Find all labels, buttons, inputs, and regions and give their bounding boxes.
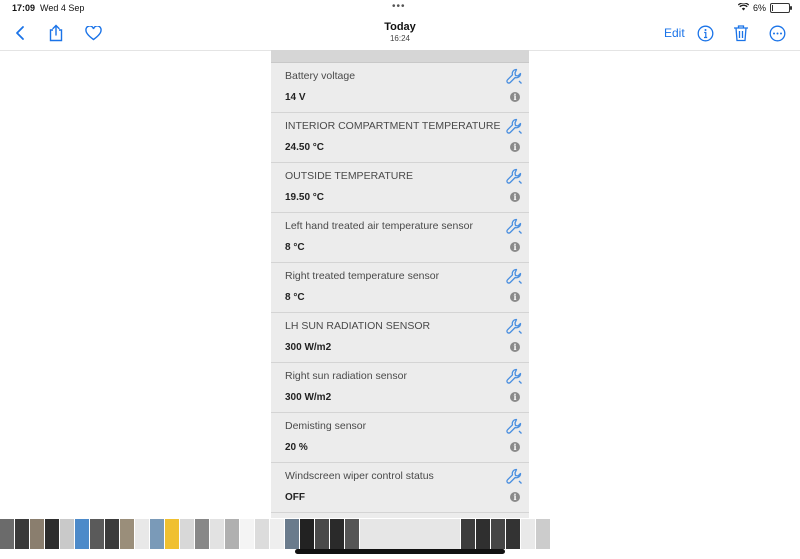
photo-thumbnail[interactable] [285, 519, 299, 549]
reading-label: LH SUN RADIATION SENSOR [285, 320, 431, 332]
reading-value: 20 % [285, 442, 308, 453]
photo-thumbnail[interactable] [30, 519, 44, 549]
info-icon[interactable]: i [510, 392, 520, 402]
reading-label: INTERIOR COMPARTMENT TEMPERATURE [285, 120, 501, 132]
wrench-icon[interactable] [506, 68, 523, 85]
wrench-icon[interactable] [506, 468, 523, 485]
photo-thumbnail[interactable] [300, 519, 314, 549]
photo-thumbnail[interactable] [360, 519, 460, 549]
photo-thumbnail[interactable] [330, 519, 344, 549]
thumbnail-strip[interactable] [0, 519, 800, 549]
info-icon[interactable] [694, 22, 716, 44]
photo-thumbnail[interactable] [506, 519, 520, 549]
battery-icon [770, 3, 792, 13]
wrench-icon[interactable] [506, 218, 523, 235]
info-icon[interactable]: i [510, 442, 520, 452]
info-icon[interactable]: i [510, 292, 520, 302]
readings-list: Battery voltage 14 Vi INTERIOR COMPARTMENT… [271, 63, 529, 513]
photo-thumbnail[interactable] [195, 519, 209, 549]
wrench-icon[interactable] [506, 168, 523, 185]
reading-value: 300 W/m2 [285, 392, 332, 403]
status-bar: 17:09 Wed 4 Sep ••• 6% [0, 0, 800, 16]
photo-viewer[interactable]: Battery voltage 14 Vi INTERIOR COMPARTMENT… [271, 50, 529, 518]
info-icon[interactable]: i [510, 92, 520, 102]
reading-row: OUTSIDE TEMPERATURE 19.50 °C i [271, 163, 529, 213]
photo-thumbnail[interactable] [270, 519, 284, 549]
photo-thumbnail[interactable] [135, 519, 149, 549]
photo-thumbnail[interactable] [15, 519, 29, 549]
photo-thumbnail[interactable] [345, 519, 359, 549]
photo-thumbnail[interactable] [210, 519, 224, 549]
reading-label: Battery voltage [285, 70, 356, 82]
wrench-icon[interactable] [506, 118, 523, 135]
photo-toolbar: Today 16:24 Edit [0, 16, 800, 51]
photo-thumbnail[interactable] [461, 519, 475, 549]
wrench-icon[interactable] [506, 418, 523, 435]
photo-thumbnail[interactable] [180, 519, 194, 549]
photo-thumbnail[interactable] [150, 519, 164, 549]
photo-thumbnail[interactable] [90, 519, 104, 549]
info-icon[interactable]: i [510, 192, 520, 202]
photo-thumbnail[interactable] [165, 519, 179, 549]
battery-percent: 6% [752, 3, 766, 13]
photo-thumbnail[interactable] [315, 519, 329, 549]
reading-row: Demisting sensor 20 % i [271, 413, 529, 463]
info-icon[interactable]: i [510, 492, 520, 502]
reading-label: OUTSIDE TEMPERATURE [285, 170, 413, 182]
info-icon[interactable]: i [510, 242, 520, 252]
reading-value: 8 °C [285, 242, 305, 253]
photo-thumbnail[interactable] [60, 519, 74, 549]
reading-row: Windscreen wiper control status OFF i [271, 463, 529, 513]
wrench-icon[interactable] [506, 318, 523, 335]
info-icon[interactable]: i [510, 342, 520, 352]
trash-icon[interactable] [730, 22, 752, 44]
info-icon[interactable]: i [510, 142, 520, 152]
status-time: 17:09 [12, 3, 36, 13]
reading-value: 300 W/m2 [285, 342, 332, 353]
reading-label: Right sun radiation sensor [285, 370, 407, 382]
photo-thumbnail[interactable] [225, 519, 239, 549]
wifi-icon [737, 2, 750, 13]
photo-thumbnail[interactable] [45, 519, 59, 549]
photo-thumbnail[interactable] [0, 519, 14, 549]
wrench-icon[interactable] [506, 368, 523, 385]
reading-row: LH SUN RADIATION SENSOR 300 W/m2 i [271, 313, 529, 363]
reading-value: 19.50 °C [285, 192, 325, 203]
photo-thumbnail[interactable] [536, 519, 550, 549]
cropped-header-strip [271, 50, 529, 63]
edit-button[interactable]: Edit [664, 26, 685, 40]
reading-row: Battery voltage 14 V i [271, 63, 529, 113]
reading-row: INTERIOR COMPARTMENT TEMPERATURE 24.50 °C… [271, 113, 529, 163]
photo-thumbnail[interactable] [491, 519, 505, 549]
reading-row: Left hand treated air temperature sensor… [271, 213, 529, 263]
reading-label: Windscreen wiper control status [285, 470, 434, 482]
reading-value: 8 °C [285, 292, 305, 303]
battery-fill [772, 5, 773, 11]
reading-value: 14 V [285, 92, 306, 103]
more-options-icon[interactable] [766, 22, 788, 44]
photo-thumbnail[interactable] [255, 519, 269, 549]
photo-thumbnail[interactable] [476, 519, 490, 549]
reading-label: Right treated temperature sensor [285, 270, 440, 282]
multitasking-dots-icon[interactable]: ••• [392, 1, 406, 12]
reading-label: Demisting sensor [285, 420, 367, 432]
home-indicator[interactable] [295, 549, 505, 554]
photo-thumbnail[interactable] [521, 519, 535, 549]
wrench-icon[interactable] [506, 268, 523, 285]
status-date: Wed 4 Sep [40, 3, 85, 13]
photo-thumbnail[interactable] [240, 519, 254, 549]
reading-value: 24.50 °C [285, 142, 325, 153]
reading-value: OFF [285, 492, 305, 503]
reading-label: Left hand treated air temperature sensor [285, 220, 473, 232]
photo-thumbnail[interactable] [105, 519, 119, 549]
reading-row: Right treated temperature sensor 8 °C i [271, 263, 529, 313]
photo-thumbnail[interactable] [75, 519, 89, 549]
reading-row: Right sun radiation sensor 300 W/m2 i [271, 363, 529, 413]
photo-thumbnail[interactable] [120, 519, 134, 549]
